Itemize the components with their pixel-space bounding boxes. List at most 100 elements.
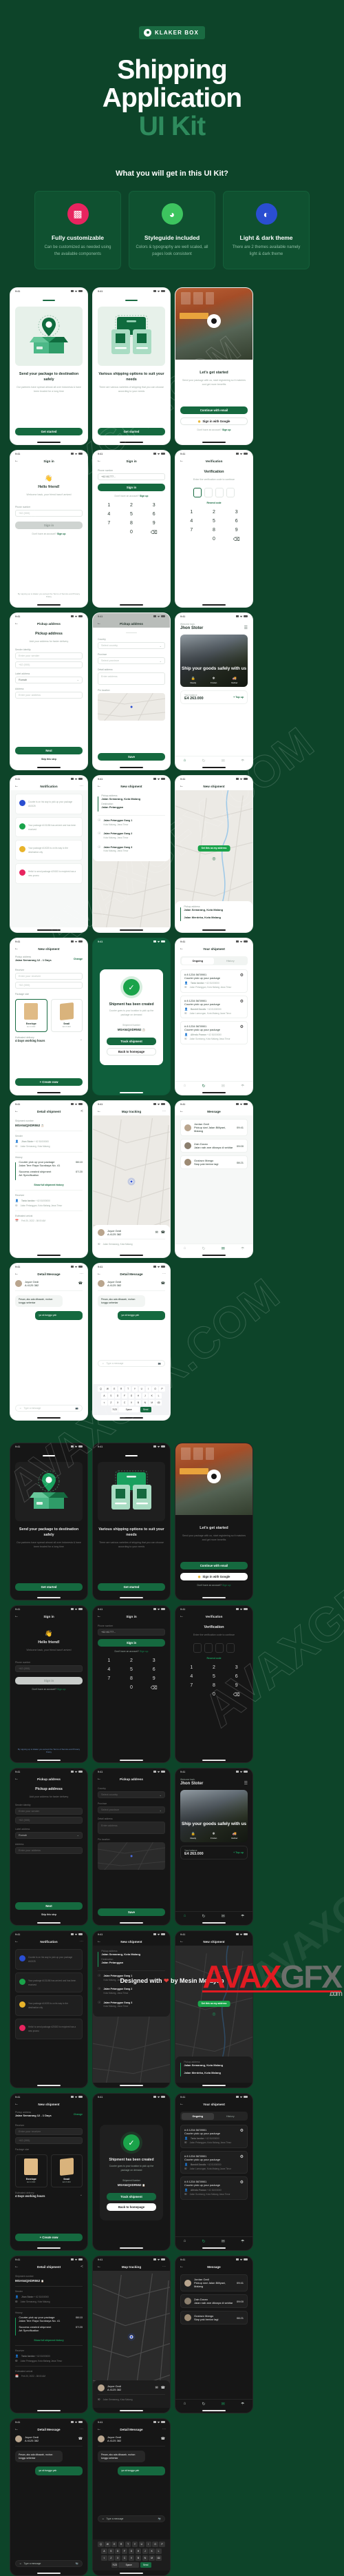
screen-your-shipment[interactable]: 9:41 ← Your shipment Ongoing History # 8… — [175, 938, 253, 1096]
screen-dark-verification[interactable]: 9:41 ← Verification Verification Enter t… — [175, 1605, 253, 1764]
more-icon[interactable]: ⋯ — [80, 1272, 83, 1276]
call-icon[interactable]: ☎ — [161, 1281, 165, 1286]
key-3[interactable]: 3 — [225, 510, 248, 515]
more-icon[interactable]: ⋯ — [80, 2427, 83, 2431]
home-hero-card[interactable]: Ship your goods safely with us 🔒 Ready ❄ F… — [180, 635, 248, 688]
keyboard-row-2[interactable]: ASDFGHJKL — [94, 1393, 169, 1399]
key-symbols[interactable]: ?123 — [111, 2562, 118, 2568]
screen-dark-shipment-success[interactable]: 9:41 ✓ Shipment has been created Courier… — [92, 2093, 171, 2252]
key-z[interactable]: Z — [108, 1400, 114, 1406]
notification-item[interactable]: Hello! to send package #20153 to recipie… — [15, 863, 83, 884]
chat-input[interactable]: ☺ Type a message 📷 — [15, 2560, 83, 2568]
otp-box-2[interactable] — [204, 487, 213, 497]
key-u[interactable]: U — [138, 2542, 145, 2548]
shipment-tabs[interactable]: Ongoing History — [180, 2112, 248, 2121]
screen-onboarding-2[interactable]: 9:41 Various shipping options to suit yo… — [92, 287, 171, 446]
sender-phone-input[interactable]: +62 (000) — [15, 661, 83, 668]
set-address-chip[interactable]: Set this as my address — [197, 2000, 230, 2007]
numeric-keypad[interactable]: 1 2 3 4 5 6 7 8 9 0 ⌫ — [180, 510, 248, 542]
key-backspace-icon[interactable]: ⌫ — [225, 1692, 248, 1698]
notification-item[interactable]: Your package #131156 has arrived and has… — [15, 816, 83, 838]
get-started-button[interactable]: Get started — [98, 428, 165, 436]
nav-profile-icon[interactable]: ☂ — [241, 2402, 244, 2407]
menu-icon[interactable]: ☰ — [244, 626, 248, 630]
screen-pickup-address[interactable]: 9:41 ← Pickup address Pickup address Add… — [10, 612, 88, 771]
screen-detail-message[interactable]: 9:41 ← Detail Message ⋯ Joyce Gedi A 4125… — [10, 1263, 88, 1421]
screen-new-shipment-map[interactable]: 9:41 ← New shipment Set this as my addre… — [175, 775, 253, 934]
back-icon[interactable]: ← — [97, 1109, 101, 1113]
message-list-item[interactable]: Jordan Gedi Pickup dari Jalan Billiyani, … — [180, 1119, 248, 1137]
sender-name-input[interactable]: Enter your sender — [15, 1807, 83, 1815]
address-suggestion[interactable]: ☉ Jalan Petanggan Gang 2 Kota Malang, Jawa… — [98, 1984, 165, 1997]
nav-shipment-icon[interactable]: ↻ — [202, 1246, 205, 1251]
nav-home-icon[interactable]: ⌂ — [184, 1914, 186, 1918]
screen-dark-detail-message[interactable]: 9:41 ← Detail Message ⋯ Joyce Gedi A 4125… — [10, 2418, 88, 2576]
screen-signin-keypad[interactable]: 9:41 ← Sign in Phone number +62 81777...… — [92, 450, 171, 608]
screen-pickup-address-detail[interactable]: 9:41 ← Pickup address Country Select cou… — [92, 612, 171, 771]
key-i[interactable]: I — [145, 2542, 151, 2548]
key-5[interactable]: 5 — [203, 519, 226, 524]
numeric-keypad[interactable]: 1 2 3 4 5 6 7 8 9 0 ⌫ — [98, 503, 165, 535]
key-f[interactable]: F — [121, 2548, 128, 2555]
bottom-nav[interactable]: ⌂ ↻ ✉ ☂ — [175, 2399, 252, 2408]
menu-icon[interactable]: ☰ — [244, 1781, 248, 1786]
key-5[interactable]: 5 — [203, 1674, 226, 1679]
key-5[interactable]: 5 — [120, 512, 143, 517]
detail-address-input[interactable]: Enter address — [98, 672, 165, 686]
nav-message-icon[interactable]: ✉ — [222, 759, 225, 763]
key-i[interactable]: I — [145, 1386, 151, 1392]
address-suggestion[interactable]: ☉ Jalan Petanggan Gang 2 Kota Malang, Jaw… — [98, 829, 165, 842]
emoji-icon[interactable]: ☺ — [102, 1362, 104, 1365]
receiver-name-input[interactable]: Enter your receiver — [15, 2128, 83, 2136]
key-l[interactable]: L — [155, 1393, 162, 1399]
key-2[interactable]: 2 — [120, 1658, 143, 1663]
back-icon[interactable]: ← — [14, 2265, 19, 2269]
key-9[interactable]: 9 — [225, 528, 248, 533]
key-8[interactable]: 8 — [203, 1683, 226, 1688]
package-option-envelope[interactable]: Envelope E4 3.000 — [15, 999, 47, 1033]
call-icon[interactable]: ☎ — [78, 1281, 83, 1286]
signup-link[interactable]: Sign up — [140, 495, 148, 497]
back-icon[interactable]: ← — [180, 1614, 184, 1618]
get-started-button[interactable]: Get started — [15, 428, 83, 436]
change-route-link[interactable]: Change — [74, 2113, 83, 2116]
sign-in-button[interactable]: Sign in — [98, 1639, 165, 1647]
key-y[interactable]: Y — [131, 1386, 138, 1392]
key-1[interactable]: 1 — [180, 510, 203, 515]
key-space[interactable]: Space — [118, 1407, 140, 1413]
chevron-down-icon[interactable]: ⌄ — [80, 1038, 83, 1042]
key-7[interactable]: 7 — [98, 1676, 120, 1681]
nav-profile-icon[interactable]: ☂ — [241, 1084, 244, 1089]
key-shift-icon[interactable]: ⇧ — [101, 2555, 107, 2562]
screen-dark-detail-message-keyboard[interactable]: 9:41 ← Detail Message ⋯ Joyce Gedi A 4125… — [92, 2418, 171, 2576]
tab-ongoing[interactable]: Ongoing — [181, 957, 214, 965]
nav-message-icon[interactable]: ✉ — [222, 1914, 225, 1919]
screen-dark-new-shipment-map[interactable]: 9:41 ← New shipment Set this as my addre… — [175, 1930, 253, 2089]
key-c[interactable]: C — [121, 2555, 128, 2562]
numeric-keypad[interactable]: 1 2 3 4 5 6 7 8 9 0 ⌫ — [180, 1665, 248, 1698]
screen-map-tracking[interactable]: 9:41 ← Map tracking ⋯ Joyce Gedi A 4125 … — [92, 1100, 171, 1259]
track-shipment-button[interactable]: Track shipment — [107, 1038, 156, 1046]
nav-home-icon[interactable]: ⌂ — [184, 2402, 186, 2406]
on-screen-keyboard[interactable]: QWERTYUIOP ASDFGHJKL ⇧ Z X C V B N M ⌫ ?123 Spac… — [93, 1384, 170, 1416]
nav-home-icon[interactable]: ⌂ — [184, 1084, 186, 1088]
wallet-card[interactable]: Your balance E4 263.000 + Top up — [180, 690, 248, 705]
shipment-row[interactable]: # 8 1234 5678901 Courier pick up your pac… — [180, 2176, 248, 2201]
screen-shipment-success[interactable]: 9:41 ✓ Shipment has been created Courier… — [92, 938, 171, 1096]
notification-item[interactable]: Your package #10025 is on its way to the… — [15, 1995, 83, 2017]
address-input[interactable]: Enter your address — [15, 691, 83, 699]
keyboard-row-2[interactable]: ASDFGHJKL — [94, 2548, 169, 2555]
message-list-item[interactable]: Zain Doran Jalan nab ane ditanya di sekit… — [180, 2294, 248, 2309]
key-symbols[interactable]: ?123 — [111, 1407, 118, 1413]
key-0[interactable]: 0 — [120, 530, 143, 535]
nav-shipment-icon[interactable]: ↻ — [202, 1084, 205, 1089]
message-list-item[interactable]: Zain Doran Jalan nab ane ditanya di sekit… — [180, 1139, 248, 1153]
share-icon[interactable]: ≺ — [80, 2265, 83, 2269]
shipment-row[interactable]: # 8 1234 5678901 Courier pick up your pa… — [180, 995, 248, 1019]
set-address-chip[interactable]: Set this as my address — [197, 845, 230, 852]
back-icon[interactable]: ← — [97, 1939, 101, 1944]
key-x[interactable]: X — [115, 2555, 121, 2562]
back-icon[interactable]: ← — [180, 784, 184, 788]
key-shift-icon[interactable]: ⇧ — [101, 1400, 107, 1406]
wallet-card[interactable]: Your balance E4 263.000 + Top up — [180, 1846, 248, 1860]
